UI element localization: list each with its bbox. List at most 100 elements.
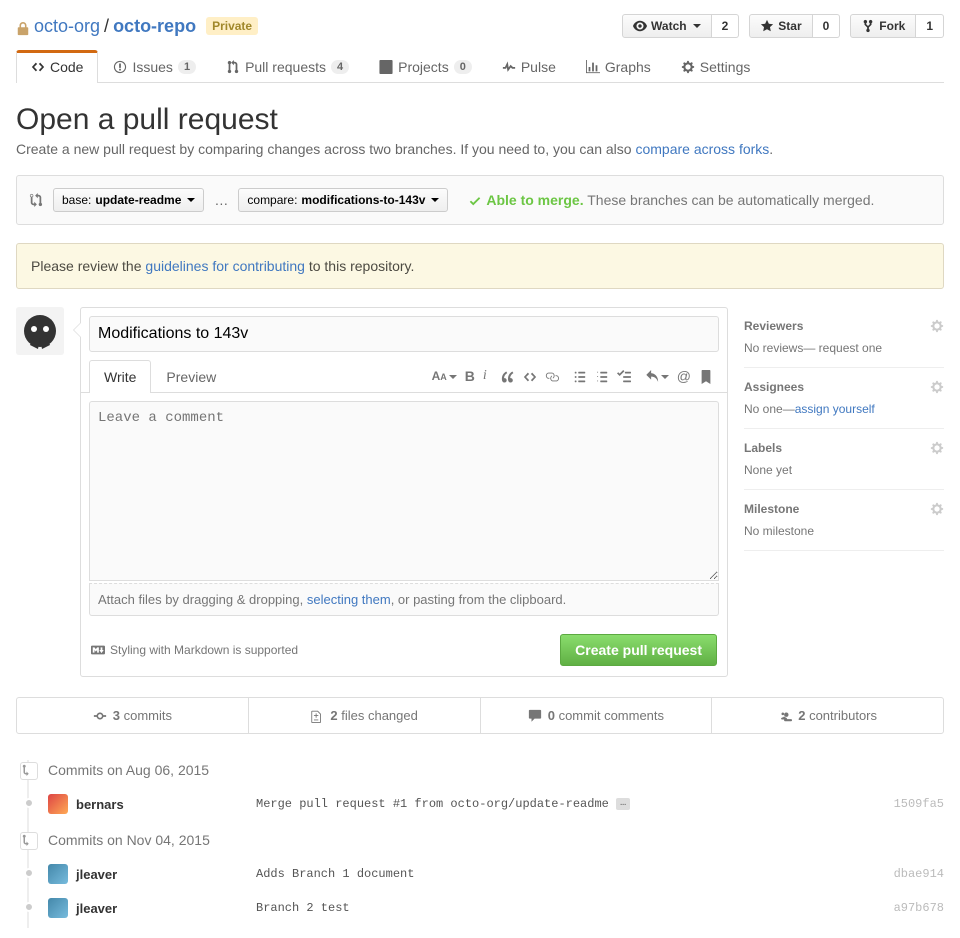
commit-sha[interactable]: a97b678 [894, 901, 944, 915]
project-icon [379, 60, 393, 74]
attach-hint[interactable]: Attach files by dragging & dropping, sel… [89, 583, 719, 616]
stats-bar: 3 commits 2 files changed 0 commit comme… [16, 697, 944, 734]
repo-nav: Code Issues1 Pull requests4 Projects0 Pu… [16, 50, 944, 83]
path-separator: / [104, 16, 109, 37]
tab-write[interactable]: Write [89, 360, 151, 393]
create-pr-button[interactable]: Create pull request [560, 634, 717, 666]
avatar [48, 794, 68, 814]
gear-icon[interactable] [930, 380, 944, 394]
tab-projects[interactable]: Projects0 [364, 50, 487, 83]
stats-commits[interactable]: 3 commits [17, 698, 248, 733]
pr-title-input[interactable] [89, 316, 719, 352]
caret-down-icon [693, 24, 701, 28]
code-icon[interactable] [523, 368, 537, 384]
base-branch-button[interactable]: base: update-readme [53, 188, 204, 212]
tab-graphs[interactable]: Graphs [571, 50, 666, 83]
italic-icon[interactable]: i [483, 368, 487, 384]
commit-author[interactable]: jleaver [76, 901, 256, 916]
text-size-icon[interactable]: AA [432, 369, 457, 383]
commit-author[interactable]: jleaver [76, 867, 256, 882]
tab-pulse[interactable]: Pulse [487, 50, 571, 83]
commit-sha[interactable]: dbae914 [894, 867, 944, 881]
commit-icon [93, 709, 107, 723]
stats-files[interactable]: 2 files changed [248, 698, 480, 733]
compare-icon [29, 193, 43, 207]
expand-message-button[interactable]: … [616, 798, 630, 810]
page-title: Open a pull request [16, 103, 944, 137]
watch-button[interactable]: Watch [622, 14, 712, 38]
markdown-hint[interactable]: Styling with Markdown is supported [91, 643, 298, 657]
guidelines-link[interactable]: guidelines for contributing [145, 258, 305, 274]
ul-icon[interactable] [573, 368, 587, 384]
avatar [48, 864, 68, 884]
pr-form-box: Write Preview AA B i [80, 307, 728, 677]
commit-row[interactable]: jleaver Branch 2 test a97b678 [48, 894, 944, 928]
commit-group-title: Commits on Nov 04, 2015 [48, 824, 944, 860]
tab-settings[interactable]: Settings [666, 50, 766, 83]
pr-icon [226, 60, 240, 74]
tab-code[interactable]: Code [16, 50, 98, 83]
star-count[interactable]: 0 [813, 14, 841, 38]
gear-icon[interactable] [930, 502, 944, 516]
issue-icon [113, 60, 127, 74]
visibility-badge: Private [206, 17, 258, 35]
diff-icon [310, 709, 324, 723]
comment-textarea[interactable] [89, 401, 719, 581]
graph-icon [586, 60, 600, 74]
labels-title: Labels [744, 441, 782, 455]
pr-sidebar: Reviewers No reviews— request one Assign… [744, 307, 944, 677]
commit-group-title: Commits on Aug 06, 2015 [48, 754, 944, 790]
markdown-icon [91, 643, 105, 657]
bold-icon[interactable]: B [465, 368, 475, 384]
tasklist-icon[interactable] [617, 368, 631, 384]
avatar [48, 898, 68, 918]
compare-branch-button[interactable]: compare: modifications-to-143v [238, 188, 448, 212]
commit-sha[interactable]: 1509fa5 [894, 797, 944, 811]
bookmark-icon[interactable] [699, 368, 713, 384]
formatting-toolbar: AA B i @ [432, 368, 719, 384]
fork-icon [861, 19, 875, 33]
commit-message[interactable]: Branch 2 test [256, 901, 894, 915]
commit-row[interactable]: bernars Merge pull request #1 from octo-… [48, 790, 944, 824]
select-files-link[interactable]: selecting them [307, 592, 391, 607]
compare-forks-link[interactable]: compare across forks [635, 141, 769, 157]
tab-preview[interactable]: Preview [151, 360, 231, 393]
fork-count[interactable]: 1 [916, 14, 944, 38]
compare-box: base: update-readme … compare: modificat… [16, 175, 944, 225]
eye-icon [633, 19, 647, 33]
ol-icon[interactable] [595, 368, 609, 384]
gear-icon[interactable] [930, 441, 944, 455]
commit-row[interactable]: jleaver Adds Branch 1 document dbae914 [48, 860, 944, 894]
repo-actions: Watch 2 Star 0 Fork 1 [622, 14, 944, 38]
merge-status: Able to merge. [486, 192, 583, 208]
reply-icon[interactable] [645, 368, 669, 384]
labels-text: None yet [744, 463, 944, 477]
gear-icon[interactable] [930, 319, 944, 333]
commit-author[interactable]: bernars [76, 797, 256, 812]
caret-down-icon [187, 198, 195, 202]
user-avatar [16, 307, 64, 355]
fork-button[interactable]: Fork [850, 14, 916, 38]
link-icon[interactable] [545, 368, 559, 384]
commits-timeline: Commits on Aug 06, 2015 bernars Merge pu… [16, 754, 944, 928]
reviewers-text: No reviews— request one [744, 341, 944, 355]
tab-pulls[interactable]: Pull requests4 [211, 50, 364, 83]
assignees-text: No one—assign yourself [744, 402, 944, 416]
repo-header: octo-org / octo-repo Private Watch 2 Sta… [16, 10, 944, 38]
caret-down-icon [431, 198, 439, 202]
tab-issues[interactable]: Issues1 [98, 50, 211, 83]
star-button[interactable]: Star [749, 14, 812, 38]
quote-icon[interactable] [501, 368, 515, 384]
gear-icon [681, 60, 695, 74]
reviewers-title: Reviewers [744, 319, 803, 333]
stats-comments[interactable]: 0 commit comments [480, 698, 712, 733]
commit-message[interactable]: Adds Branch 1 document [256, 867, 894, 881]
commit-message[interactable]: Merge pull request #1 from octo-org/upda… [256, 797, 894, 811]
assign-yourself-link[interactable]: assign yourself [795, 402, 875, 416]
mention-icon[interactable]: @ [677, 368, 691, 384]
org-link[interactable]: octo-org [34, 16, 100, 37]
stats-contributors[interactable]: 2 contributors [711, 698, 943, 733]
repo-link[interactable]: octo-repo [113, 16, 196, 37]
contributing-warning: Please review the guidelines for contrib… [16, 243, 944, 289]
watch-count[interactable]: 2 [712, 14, 740, 38]
